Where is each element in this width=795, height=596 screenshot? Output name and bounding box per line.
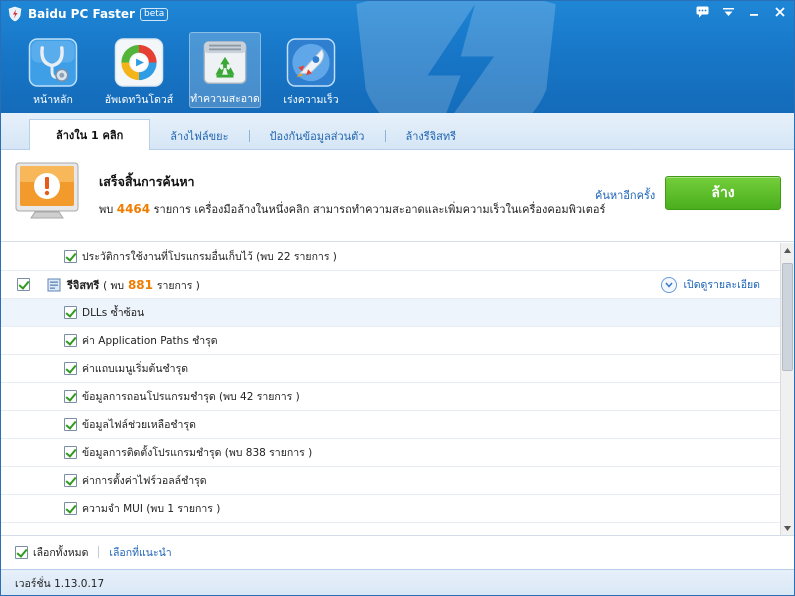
list-item: ข้อมูลไฟล์ช่วยเหลือชำรุด (1, 411, 780, 439)
footer-divider (98, 546, 100, 558)
window-controls (690, 2, 792, 22)
item-checkbox[interactable] (64, 446, 77, 459)
list-item: ค่าการตั้งค่าไฟร์วอลล์ชำรุด (1, 467, 780, 495)
item-label: DLLs ซ้ำซ้อน (82, 307, 145, 319)
group-count: 881 (127, 277, 154, 292)
list-item: ค่าแถบเมนูเริ่มต้นชำรุด (1, 355, 780, 383)
group-label: รีจิสทรี ( พบ 881 รายการ ) (67, 276, 200, 294)
app-title: Baidu PC Faster (28, 7, 135, 21)
clean-button[interactable]: ล้าง (665, 176, 781, 210)
list-item: DLLs ซ้ำซ้อน (1, 299, 780, 327)
item-label: ค่าแถบเมนูเริ่มต้นชำรุด (82, 363, 189, 375)
status-title: เสร็จสิ้นการค้นหา (99, 174, 195, 189)
list-scrollbar[interactable] (780, 243, 794, 535)
selection-footer: เลือกทั้งหมด เลือกที่แนะนำ (1, 535, 794, 568)
details-label: เปิดดูรายละเอียด (683, 279, 760, 291)
item-checkbox[interactable] (64, 390, 77, 403)
select-all-checkbox[interactable] (15, 545, 28, 559)
menu-icon[interactable] (716, 2, 740, 22)
found-count: 4464 (116, 202, 151, 216)
nav-label-home: หน้าหลัก (33, 94, 73, 106)
group-count-suffix: รายการ ) (156, 279, 200, 292)
item-label: ประวัติการใช้งานที่โปรแกรมอื่นเก็บไว้ (พ… (82, 251, 337, 263)
stethoscope-icon (28, 38, 78, 87)
tab-privacy[interactable]: ป้องกันข้อมูลส่วนตัว (250, 122, 385, 150)
item-label: ข้อมูลการถอนโปรแกรมชำรุด (พบ 42 รายการ ) (82, 391, 300, 403)
nav-item-windows-update[interactable]: อัพเดทวินโดวส์ (97, 32, 181, 108)
list-item: ข้อมูลการถอนโปรแกรมชำรุด (พบ 42 รายการ ) (1, 383, 780, 411)
recycle-icon (203, 41, 247, 84)
item-label: ค่า Application Paths ชำรุด (82, 335, 218, 347)
chevron-down-icon (661, 276, 678, 293)
list-item: ประวัติการใช้งานที่โปรแกรมอื่นเก็บไว้ (พ… (1, 243, 780, 271)
rescan-link[interactable]: ค้นหาอีกครั้ง (595, 186, 655, 204)
update-icon (114, 38, 164, 87)
list-item: ค่า Application Paths ชำรุด (1, 327, 780, 355)
list-item: ข้อมูลการติดตั้งโปรแกรมชำรุด (พบ 838 ราย… (1, 439, 780, 467)
item-checkbox[interactable] (64, 502, 77, 515)
tab-one-click-clean[interactable]: ล้างใน 1 คลิก (29, 119, 151, 150)
scroll-down-icon[interactable] (781, 521, 794, 535)
item-checkbox[interactable] (64, 250, 77, 263)
registry-icon (47, 278, 61, 291)
app-logo-icon (8, 6, 22, 22)
item-checkbox[interactable] (64, 362, 77, 375)
shield-watermark-icon (356, 1, 556, 113)
item-label: ความจำ MUI (พบ 1 รายการ ) (82, 503, 221, 515)
beta-badge: beta (139, 7, 169, 21)
details-toggle[interactable]: เปิดดูรายละเอียด (661, 276, 760, 293)
tab-junk-files[interactable]: ล้างไฟล์ขยะ (150, 122, 248, 150)
item-checkbox[interactable] (64, 418, 77, 431)
version-label: เวอร์ชั่น 1.13.0.17 (15, 577, 105, 590)
group-name: รีจิสทรี (67, 278, 100, 292)
chat-icon[interactable] (690, 2, 714, 22)
app-window: Baidu PC Faster beta หน้าหลัก อัพเดทวินโ… (0, 0, 795, 596)
item-checkbox[interactable] (64, 306, 77, 319)
tab-registry[interactable]: ล้างรีจิสทรี (386, 122, 477, 150)
tab-bar: ล้างใน 1 คลิก ล้างไฟล์ขยะ ป้องกันข้อมูลส… (1, 113, 794, 150)
title-bar: Baidu PC Faster beta (7, 5, 169, 23)
group-count-prefix: ( พบ (103, 279, 125, 292)
rocket-icon (286, 38, 336, 87)
status-bar: เวอร์ชั่น 1.13.0.17 (1, 569, 794, 595)
status-description: พบ 4464 รายการ เครื่องมือล้างในหนึ่งคลิก… (99, 200, 605, 218)
main-nav: หน้าหลัก อัพเดทวินโดวส์ ทำความสะอาด เร่ง… (11, 32, 353, 108)
registry-group-row: รีจิสทรี ( พบ 881 รายการ ) เปิดดูรายละเอ… (1, 271, 780, 299)
minimize-icon[interactable] (742, 2, 766, 22)
select-recommended-link[interactable]: เลือกที่แนะนำ (109, 544, 171, 561)
scroll-thumb[interactable] (782, 263, 793, 371)
nav-item-speedup[interactable]: เร่งความเร็ว (269, 32, 353, 108)
nav-label-speedup: เร่งความเร็ว (283, 94, 339, 106)
item-label: ข้อมูลไฟล์ช่วยเหลือชำรุด (82, 419, 196, 431)
item-checkbox[interactable] (64, 474, 77, 487)
group-checkbox[interactable] (17, 278, 30, 291)
header: Baidu PC Faster beta หน้าหลัก อัพเดทวินโ… (1, 1, 794, 113)
scan-results-list: ประวัติการใช้งานที่โปรแกรมอื่นเก็บไว้ (พ… (1, 243, 780, 535)
select-all-label[interactable]: เลือกทั้งหมด (33, 544, 88, 561)
nav-item-cleanup[interactable]: ทำความสะอาด (189, 32, 261, 108)
tabs: ล้างใน 1 คลิก ล้างไฟล์ขยะ ป้องกันข้อมูลส… (29, 118, 476, 150)
scan-status-panel: เสร็จสิ้นการค้นหา พบ 4464 รายการ เครื่อง… (1, 150, 794, 242)
item-label: ข้อมูลการติดตั้งโปรแกรมชำรุด (พบ 838 ราย… (82, 447, 313, 459)
nav-item-home[interactable]: หน้าหลัก (11, 32, 95, 108)
list-item: ความจำ MUI (พบ 1 รายการ ) (1, 495, 780, 523)
item-label: ค่าการตั้งค่าไฟร์วอลล์ชำรุด (82, 475, 207, 487)
nav-label-cleanup: ทำความสะอาด (190, 93, 260, 105)
status-desc-suffix: รายการ เครื่องมือล้างในหนึ่งคลิก สามารถท… (153, 203, 606, 216)
close-icon[interactable] (768, 2, 792, 22)
status-desc-prefix: พบ (99, 203, 114, 216)
warning-monitor-icon (15, 162, 79, 219)
nav-label-windows-update: อัพเดทวินโดวส์ (104, 94, 174, 106)
scroll-up-icon[interactable] (781, 243, 794, 257)
item-checkbox[interactable] (64, 334, 77, 347)
